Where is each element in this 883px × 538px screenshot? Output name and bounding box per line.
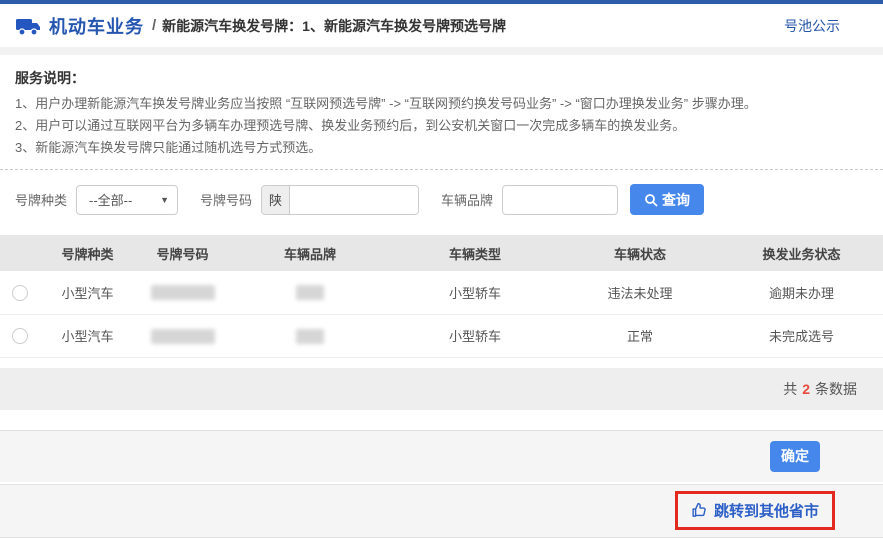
row-1-plate-type: 小型汽车 — [40, 271, 135, 314]
confirm-section: 确定 — [0, 430, 883, 482]
plate-number-input[interactable] — [290, 186, 418, 214]
section-divider — [0, 47, 883, 55]
col-brand: 车辆品牌 — [230, 235, 390, 271]
table-header-row: 号牌种类 号牌号码 车辆品牌 车辆类型 车辆状态 换发业务状态 — [0, 235, 883, 271]
plate-number-group: 陕 — [261, 185, 419, 215]
row-2-plate-type: 小型汽车 — [40, 314, 135, 357]
filter-bar: 号牌种类 --全部-- ▼ 号牌号码 陕 车辆品牌 查询 — [0, 170, 883, 229]
truck-icon — [15, 15, 41, 37]
hand-pointer-icon — [691, 502, 708, 519]
plate-number-label: 号牌号码 — [200, 190, 252, 209]
page-title: 机动车业务 — [49, 13, 144, 39]
notice-line-2: 2、用户可以通过互联网平台为多辆车办理预选号牌、换发业务预约后，到公安机关窗口一… — [15, 115, 868, 137]
search-button-label: 查询 — [662, 190, 690, 210]
row-1-vehicle-status: 违法未处理 — [560, 271, 720, 314]
row-1-plate-number-redacted — [151, 285, 215, 300]
jump-other-province-link[interactable]: 跳转到其他省市 — [691, 500, 819, 521]
count-suffix: 条数据 — [815, 379, 857, 399]
notice-title: 服务说明： — [15, 68, 868, 88]
search-button[interactable]: 查询 — [630, 184, 704, 215]
col-plate-type: 号牌种类 — [40, 235, 135, 271]
col-vehicle-status: 车辆状态 — [560, 235, 720, 271]
row-2-brand-redacted — [296, 329, 324, 344]
page: 机动车业务 / 新能源汽车换发号牌：1、新能源汽车换发号牌预选号牌 号池公示 服… — [0, 0, 883, 516]
breadcrumb-separator: / — [152, 17, 156, 34]
page-header: 机动车业务 / 新能源汽车换发号牌：1、新能源汽车换发号牌预选号牌 号池公示 — [0, 4, 883, 47]
vehicle-table: 号牌种类 号牌号码 车辆品牌 车辆类型 车辆状态 换发业务状态 小型汽车 小型轿… — [0, 235, 883, 358]
brand-input[interactable] — [502, 185, 618, 215]
chevron-down-icon: ▼ — [160, 195, 169, 205]
row-1-radio[interactable] — [12, 285, 28, 301]
confirm-button[interactable]: 确定 — [770, 441, 820, 472]
search-icon — [644, 193, 658, 207]
notice-line-3: 3、新能源汽车换发号牌只能通过随机选号方式预选。 — [15, 137, 868, 159]
table-row: 小型汽车 小型轿车 正常 未完成选号 — [0, 314, 883, 357]
jump-link-label: 跳转到其他省市 — [714, 500, 819, 521]
table-row: 小型汽车 小型轿车 违法未处理 逾期未办理 — [0, 271, 883, 314]
brand-label: 车辆品牌 — [441, 190, 493, 209]
count-value: 2 — [802, 381, 810, 397]
highlight-red-box: 跳转到其他省市 — [675, 491, 835, 530]
row-2-radio[interactable] — [12, 328, 28, 344]
breadcrumb-subtitle: 新能源汽车换发号牌：1、新能源汽车换发号牌预选号牌 — [162, 16, 506, 36]
spacer — [0, 410, 883, 430]
jump-section: 跳转到其他省市 — [0, 484, 883, 538]
count-prefix: 共 — [783, 379, 797, 399]
row-2-vehicle-type: 小型轿车 — [390, 314, 560, 357]
col-plate-number: 号牌号码 — [135, 235, 230, 271]
row-2-business-status: 未完成选号 — [720, 314, 883, 357]
row-2-vehicle-status: 正常 — [560, 314, 720, 357]
record-count-bar: 共 2 条数据 — [0, 368, 883, 410]
notice-line-1: 1、用户办理新能源汽车换发号牌业务应当按照 “互联网预选号牌” -> “互联网预… — [15, 93, 868, 115]
row-1-brand-redacted — [296, 285, 324, 300]
col-business-status: 换发业务状态 — [720, 235, 883, 271]
service-notice: 服务说明： 1、用户办理新能源汽车换发号牌业务应当按照 “互联网预选号牌” ->… — [0, 55, 883, 170]
plate-type-label: 号牌种类 — [15, 190, 67, 209]
plate-province-prefix: 陕 — [262, 186, 290, 214]
radio-column-header — [0, 235, 40, 271]
row-2-plate-number-redacted — [151, 329, 215, 344]
row-1-business-status: 逾期未办理 — [720, 271, 883, 314]
plate-type-selected-value: --全部-- — [89, 190, 132, 209]
pool-publicity-link[interactable]: 号池公示 — [784, 16, 840, 36]
plate-type-select[interactable]: --全部-- ▼ — [76, 185, 178, 215]
col-vehicle-type: 车辆类型 — [390, 235, 560, 271]
row-1-vehicle-type: 小型轿车 — [390, 271, 560, 314]
